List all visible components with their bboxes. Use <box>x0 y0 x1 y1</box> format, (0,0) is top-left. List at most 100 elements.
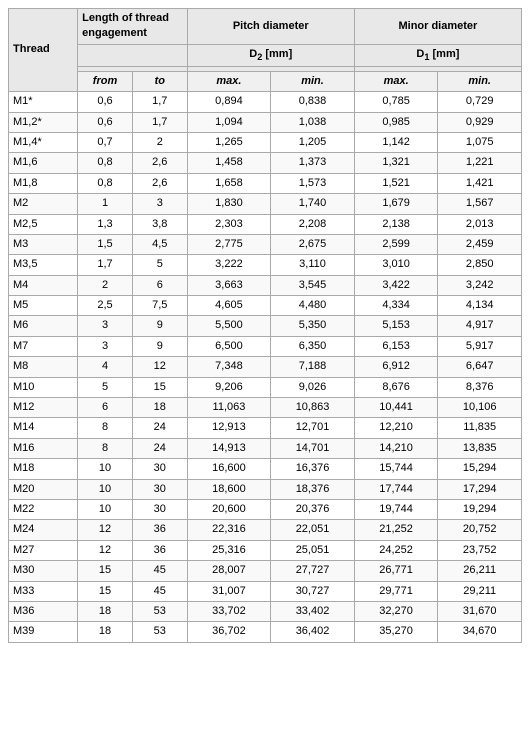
cell-to: 9 <box>132 316 187 336</box>
cell-to: 3,8 <box>132 214 187 234</box>
col-header-to: to <box>132 71 187 91</box>
cell-from: 2 <box>78 275 133 295</box>
cell-minor-min: 23,752 <box>438 540 522 560</box>
cell-minor-min: 8,376 <box>438 377 522 397</box>
cell-from: 15 <box>78 581 133 601</box>
cell-pitch-min: 1,205 <box>271 132 355 152</box>
cell-thread: M3,5 <box>9 255 78 275</box>
cell-pitch-max: 2,303 <box>187 214 271 234</box>
cell-pitch-max: 2,775 <box>187 234 271 254</box>
cell-pitch-min: 1,740 <box>271 194 355 214</box>
cell-from: 8 <box>78 418 133 438</box>
cell-pitch-min: 1,038 <box>271 112 355 132</box>
cell-pitch-min: 2,208 <box>271 214 355 234</box>
cell-pitch-max: 25,316 <box>187 540 271 560</box>
cell-pitch-min: 25,051 <box>271 540 355 560</box>
cell-thread: M6 <box>9 316 78 336</box>
cell-pitch-max: 16,600 <box>187 459 271 479</box>
cell-minor-max: 17,744 <box>354 479 438 499</box>
cell-thread: M2 <box>9 194 78 214</box>
table-row: M18103016,60016,37615,74415,294 <box>9 459 522 479</box>
cell-thread: M20 <box>9 479 78 499</box>
cell-to: 45 <box>132 581 187 601</box>
cell-pitch-min: 27,727 <box>271 561 355 581</box>
cell-from: 5 <box>78 377 133 397</box>
cell-pitch-min: 12,701 <box>271 418 355 438</box>
table-container: { "table": { "headers": { "thread": "Thr… <box>0 0 530 651</box>
cell-from: 0,7 <box>78 132 133 152</box>
minor-d1-label: D1 [mm] <box>354 44 521 66</box>
cell-to: 30 <box>132 459 187 479</box>
table-row: M24123622,31622,05121,25220,752 <box>9 520 522 540</box>
cell-thread: M24 <box>9 520 78 540</box>
table-row: M1,80,82,61,6581,5731,5211,421 <box>9 173 522 193</box>
cell-minor-min: 11,835 <box>438 418 522 438</box>
cell-minor-min: 1,421 <box>438 173 522 193</box>
cell-to: 53 <box>132 601 187 621</box>
cell-pitch-min: 5,350 <box>271 316 355 336</box>
cell-thread: M14 <box>9 418 78 438</box>
cell-pitch-max: 12,913 <box>187 418 271 438</box>
table-row: M31,54,52,7752,6752,5992,459 <box>9 234 522 254</box>
cell-pitch-max: 6,500 <box>187 336 271 356</box>
table-row: M52,57,54,6054,4804,3344,134 <box>9 296 522 316</box>
cell-from: 18 <box>78 601 133 621</box>
cell-minor-max: 0,785 <box>354 92 438 112</box>
cell-to: 4,5 <box>132 234 187 254</box>
cell-pitch-max: 1,265 <box>187 132 271 152</box>
table-body: M1*0,61,70,8940,8380,7850,729M1,2*0,61,7… <box>9 92 522 643</box>
table-row: M20103018,60018,37617,74417,294 <box>9 479 522 499</box>
cell-minor-max: 14,210 <box>354 438 438 458</box>
cell-minor-max: 4,334 <box>354 296 438 316</box>
cell-to: 15 <box>132 377 187 397</box>
cell-from: 2,5 <box>78 296 133 316</box>
cell-thread: M27 <box>9 540 78 560</box>
col-header-pitch: Pitch diameter <box>187 9 354 45</box>
cell-minor-max: 3,422 <box>354 275 438 295</box>
table-row: M1,2*0,61,71,0941,0380,9850,929 <box>9 112 522 132</box>
table-row: M7396,5006,3506,1535,917 <box>9 336 522 356</box>
cell-from: 3 <box>78 336 133 356</box>
cell-to: 24 <box>132 438 187 458</box>
cell-to: 7,5 <box>132 296 187 316</box>
table-row: M39185336,70236,40235,27034,670 <box>9 622 522 642</box>
table-row: M33154531,00730,72729,77129,211 <box>9 581 522 601</box>
table-row: M1261811,06310,86310,44110,106 <box>9 398 522 418</box>
cell-thread: M10 <box>9 377 78 397</box>
cell-to: 9 <box>132 336 187 356</box>
cell-to: 2,6 <box>132 153 187 173</box>
cell-pitch-min: 33,402 <box>271 601 355 621</box>
cell-to: 30 <box>132 479 187 499</box>
cell-to: 5 <box>132 255 187 275</box>
cell-pitch-min: 4,480 <box>271 296 355 316</box>
table-row: M1,60,82,61,4581,3731,3211,221 <box>9 153 522 173</box>
cell-minor-max: 24,252 <box>354 540 438 560</box>
cell-minor-max: 6,912 <box>354 357 438 377</box>
cell-minor-max: 2,138 <box>354 214 438 234</box>
col-header-engagement: Length of thread engagement <box>78 9 188 45</box>
cell-to: 24 <box>132 418 187 438</box>
cell-to: 1,7 <box>132 92 187 112</box>
table-row: M3,51,753,2223,1103,0102,850 <box>9 255 522 275</box>
cell-to: 2 <box>132 132 187 152</box>
cell-pitch-max: 20,600 <box>187 500 271 520</box>
cell-to: 36 <box>132 520 187 540</box>
table-row: M4263,6633,5453,4223,242 <box>9 275 522 295</box>
cell-to: 2,6 <box>132 173 187 193</box>
cell-thread: M18 <box>9 459 78 479</box>
cell-minor-min: 13,835 <box>438 438 522 458</box>
cell-to: 12 <box>132 357 187 377</box>
cell-minor-max: 12,210 <box>354 418 438 438</box>
cell-pitch-max: 1,094 <box>187 112 271 132</box>
cell-thread: M7 <box>9 336 78 356</box>
cell-minor-min: 2,013 <box>438 214 522 234</box>
cell-minor-max: 1,321 <box>354 153 438 173</box>
cell-minor-max: 1,679 <box>354 194 438 214</box>
cell-from: 10 <box>78 500 133 520</box>
cell-thread: M33 <box>9 581 78 601</box>
cell-pitch-max: 33,702 <box>187 601 271 621</box>
cell-minor-max: 10,441 <box>354 398 438 418</box>
col-header-pitch-min: min. <box>271 71 355 91</box>
cell-minor-min: 17,294 <box>438 479 522 499</box>
table-row: M1,4*0,721,2651,2051,1421,075 <box>9 132 522 152</box>
